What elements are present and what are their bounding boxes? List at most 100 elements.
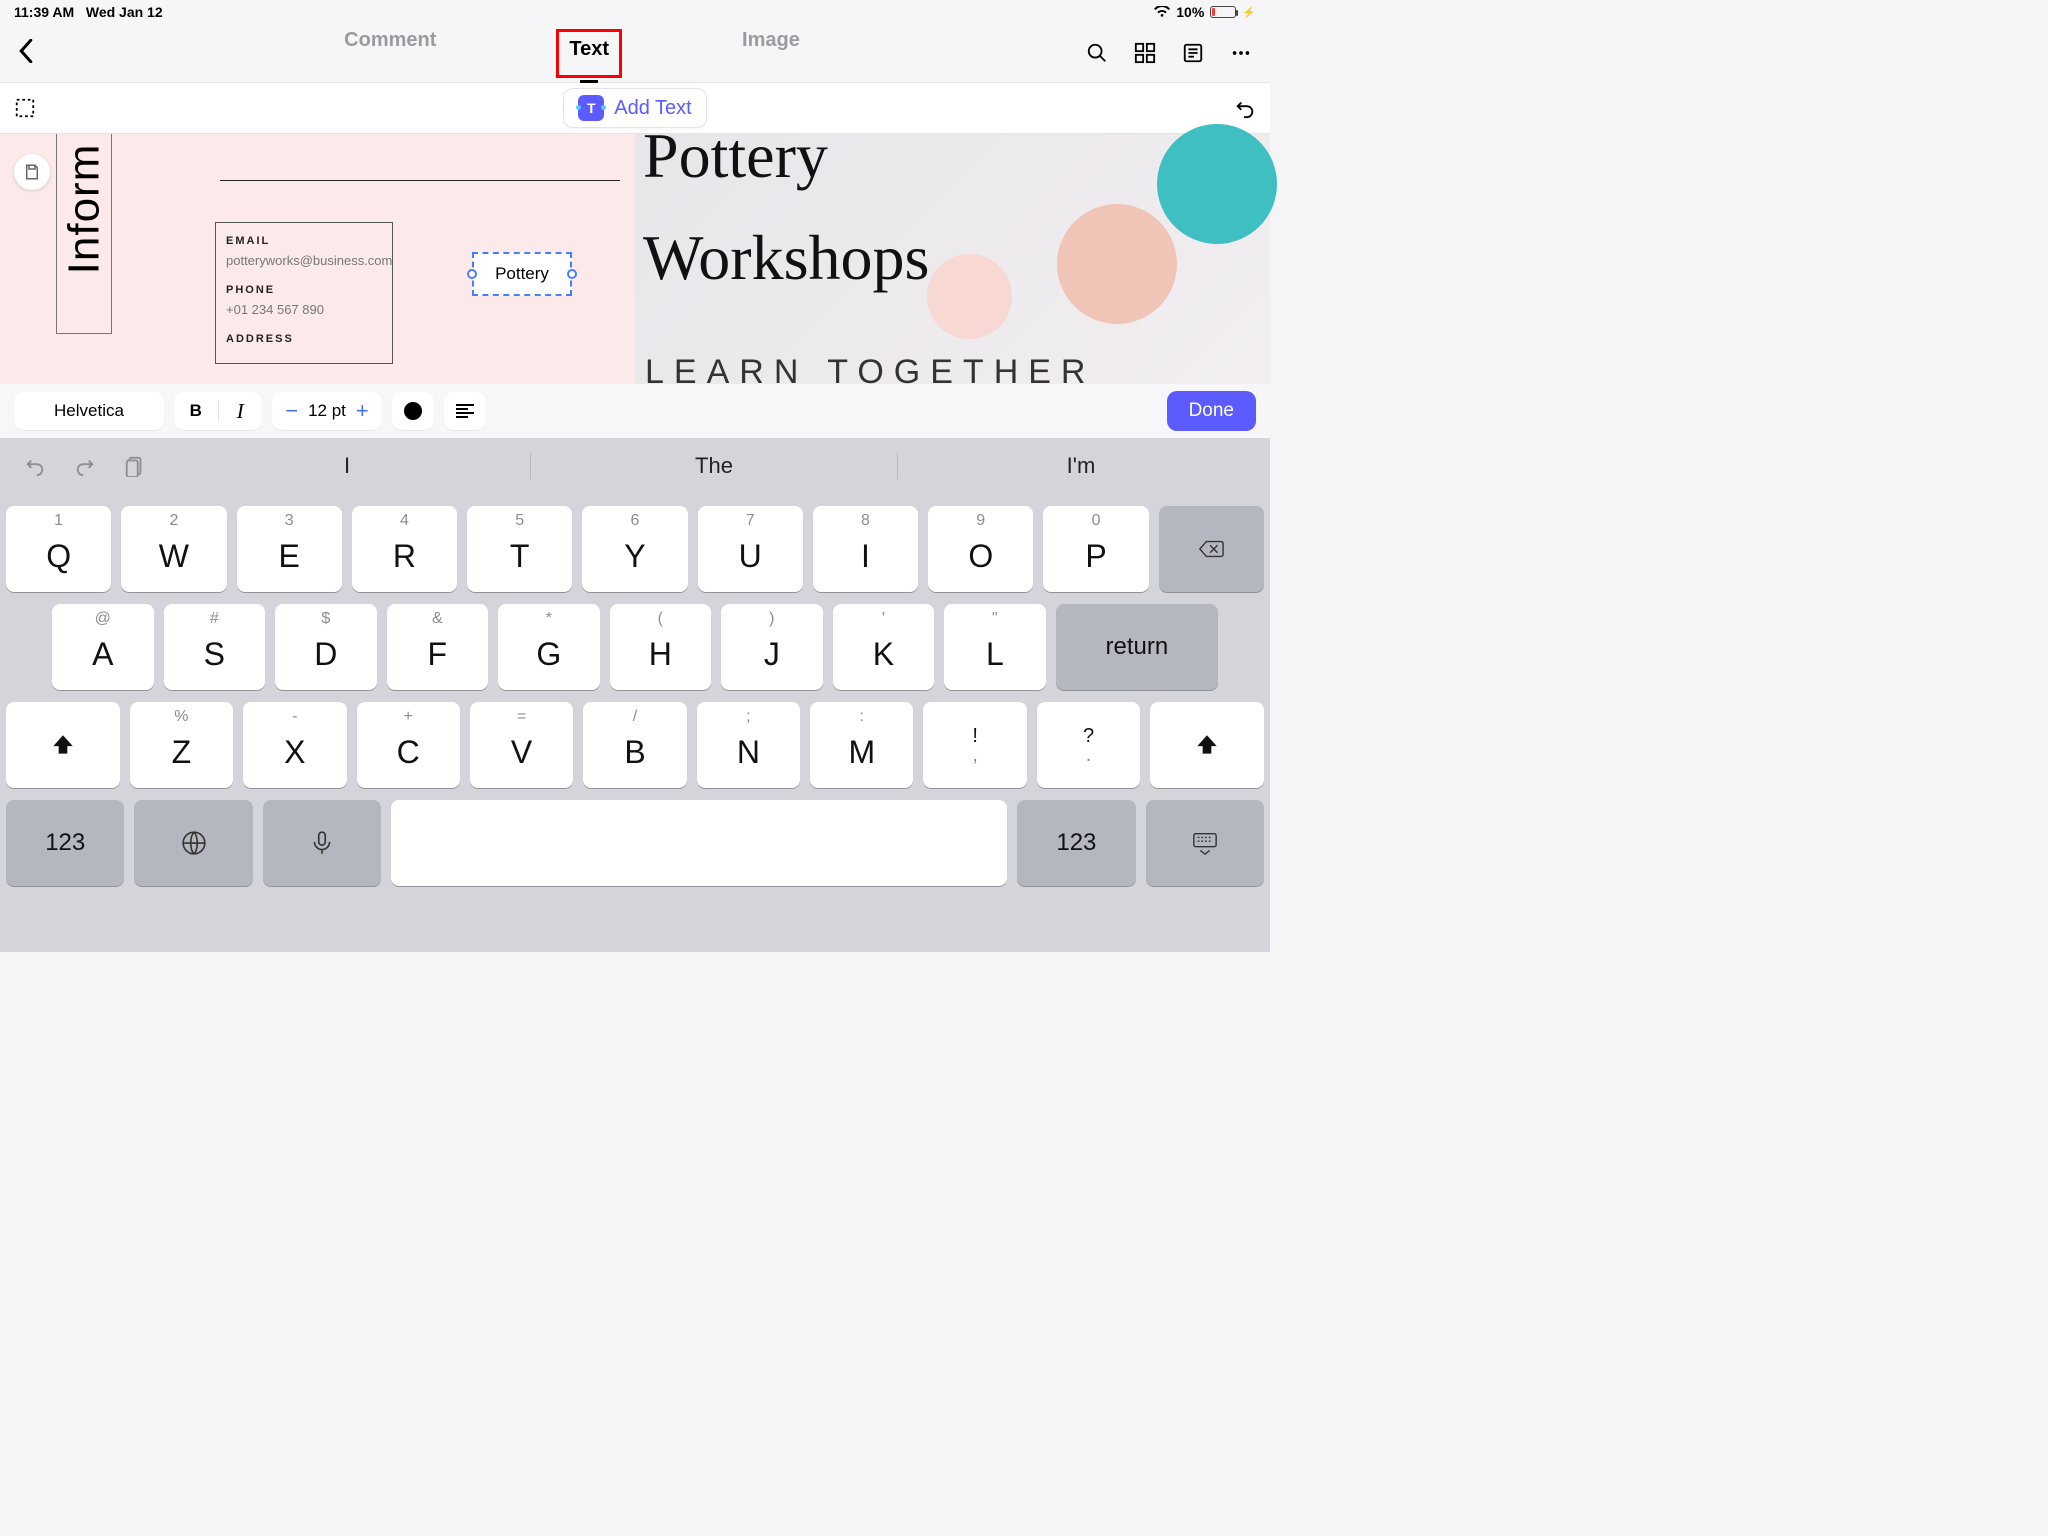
undo-icon[interactable] [1234,97,1256,119]
shift-icon [50,732,76,758]
font-size-value: 12 pt [308,401,346,421]
font-selector[interactable]: Helvetica [14,392,164,430]
key-punct-0[interactable]: !, [923,702,1026,788]
italic-button[interactable]: I [219,399,263,424]
phone-value: +01 234 567 890 [226,302,382,317]
key-punct-1[interactable]: ?. [1037,702,1140,788]
key-v[interactable]: =V [470,702,573,788]
shift-icon [1194,732,1220,758]
keyboard: I The I'm 1Q2W3E4R5T6Y7U8I9O0P @A#S$D&F*… [0,438,1270,952]
selection-icon[interactable] [14,97,36,119]
key-d[interactable]: $D [275,604,377,690]
status-date: Wed Jan 12 [86,4,163,20]
key-123-left[interactable]: 123 [6,800,124,886]
title-line1: Pottery [643,122,828,189]
key-e[interactable]: 3E [237,506,342,592]
hide-keyboard-icon [1192,830,1218,856]
kb-clipboard-icon[interactable] [124,455,146,477]
key-l[interactable]: "L [944,604,1046,690]
top-nav: Comment Text Image [0,24,1270,82]
address-heading: ADDRESS [226,333,382,345]
key-i[interactable]: 8I [813,506,918,592]
grid-icon[interactable] [1134,42,1156,64]
key-q[interactable]: 1Q [6,506,111,592]
keyboard-toolbar: I The I'm [6,438,1264,494]
key-w[interactable]: 2W [121,506,226,592]
bold-italic-group: B I [174,392,262,430]
key-z[interactable]: %Z [130,702,233,788]
tab-text[interactable]: Text [556,29,622,78]
key-n[interactable]: ;N [697,702,800,788]
key-y[interactable]: 6Y [582,506,687,592]
key-s[interactable]: #S [164,604,266,690]
selection-handle-left[interactable] [467,269,477,279]
key-backspace[interactable] [1159,506,1264,592]
key-return[interactable]: return [1056,604,1218,690]
size-decrease[interactable]: − [285,398,298,424]
selection-text: Pottery [495,264,549,284]
key-h[interactable]: (H [610,604,712,690]
key-j[interactable]: )J [721,604,823,690]
email-heading: EMAIL [226,235,382,247]
chevron-left-icon [18,39,34,63]
back-button[interactable] [18,39,58,68]
key-globe[interactable] [134,800,252,886]
key-x[interactable]: -X [243,702,346,788]
key-f[interactable]: &F [387,604,489,690]
key-shift-left[interactable] [6,702,120,788]
key-space[interactable] [391,800,1007,886]
kb-redo-icon[interactable] [74,455,96,477]
key-r[interactable]: 4R [352,506,457,592]
backspace-icon [1198,536,1224,562]
tool-bar: T Add Text [0,82,1270,134]
key-hide-keyboard[interactable] [1146,800,1264,886]
key-b[interactable]: /B [583,702,686,788]
key-c[interactable]: +C [357,702,460,788]
more-icon[interactable] [1230,42,1252,64]
kb-undo-icon[interactable] [24,455,46,477]
decorative-plates [887,134,1270,384]
add-text-label: Add Text [614,97,691,120]
color-swatch-icon [404,402,422,420]
save-icon [23,163,41,181]
size-increase[interactable]: + [356,398,369,424]
status-time: 11:39 AM [14,4,74,20]
align-button[interactable] [444,392,486,430]
search-icon[interactable] [1086,42,1108,64]
battery-pct: 10% [1176,4,1204,20]
font-size-stepper: − 12 pt + [272,392,382,430]
selection-handle-right[interactable] [567,269,577,279]
charging-icon: ⚡ [1242,6,1256,19]
done-button[interactable]: Done [1167,391,1256,431]
text-tool-icon: T [578,95,604,121]
key-t[interactable]: 5T [467,506,572,592]
key-a[interactable]: @A [52,604,154,690]
key-p[interactable]: 0P [1043,506,1148,592]
key-o[interactable]: 9O [928,506,1033,592]
status-bar: 11:39 AM Wed Jan 12 10% ⚡ [0,0,1270,24]
prediction-3[interactable]: I'm [897,453,1264,479]
prediction-1[interactable]: I [164,453,530,479]
mic-icon [309,830,335,856]
key-mic[interactable] [263,800,381,886]
divider-line [220,180,620,181]
save-button[interactable] [14,154,50,190]
key-m[interactable]: :M [810,702,913,788]
align-left-icon [456,404,474,418]
format-bar: Helvetica B I − 12 pt + Done [0,384,1270,438]
key-shift-right[interactable] [1150,702,1264,788]
wifi-icon [1154,6,1170,18]
bold-button[interactable]: B [174,401,219,421]
key-g[interactable]: *G [498,604,600,690]
key-123-right[interactable]: 123 [1017,800,1135,886]
text-selection-box[interactable]: Pottery [472,252,572,296]
key-k[interactable]: 'K [833,604,935,690]
text-color-button[interactable] [392,392,434,430]
tab-image[interactable]: Image [742,29,800,78]
panel-icon[interactable] [1182,42,1204,64]
prediction-2[interactable]: The [530,453,897,479]
info-card: EMAIL potteryworks@business.com PHONE +0… [215,222,393,364]
document-canvas[interactable]: Inform EMAIL potteryworks@business.com P… [0,134,1270,384]
key-u[interactable]: 7U [698,506,803,592]
tab-comment[interactable]: Comment [344,29,436,78]
